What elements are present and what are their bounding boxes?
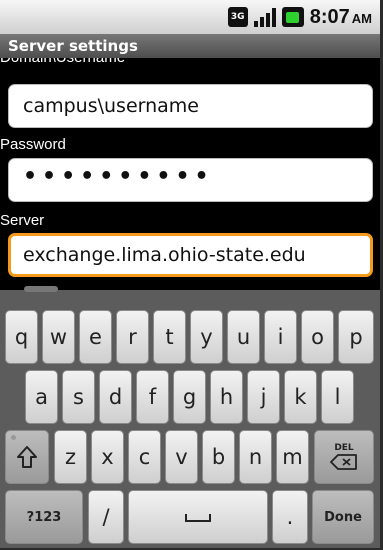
key-f[interactable]: f (136, 370, 169, 424)
key-b[interactable]: b (202, 430, 235, 484)
shift-icon (17, 446, 37, 468)
key-l[interactable]: l (321, 370, 354, 424)
clock-ampm: AM (351, 10, 372, 26)
server-field[interactable]: exchange.lima.ohio-state.edu (8, 233, 373, 277)
delete-key[interactable]: DEL (314, 430, 374, 484)
key-r[interactable]: r (116, 310, 149, 364)
3g-icon: 3G (227, 7, 248, 27)
server-label: Server (0, 212, 45, 229)
key-period[interactable]: . (272, 490, 308, 544)
symbols-key[interactable]: ?123 (5, 490, 83, 544)
key-v[interactable]: v (165, 430, 198, 484)
key-x[interactable]: x (91, 430, 124, 484)
key-i[interactable]: i (264, 310, 297, 364)
key-y[interactable]: y (190, 310, 223, 364)
settings-form: Domain\Username campus\username Password… (0, 58, 380, 290)
shift-key[interactable] (5, 430, 49, 484)
password-label: Password (0, 136, 66, 153)
clock-time: 8:07 (309, 5, 350, 28)
battery-icon (281, 7, 304, 27)
domain-username-label: Domain\Username (0, 58, 125, 66)
key-o[interactable]: o (301, 310, 334, 364)
done-button[interactable]: Done (312, 490, 374, 544)
keyboard-handle (24, 286, 58, 292)
key-k[interactable]: k (284, 370, 317, 424)
key-t[interactable]: t (153, 310, 186, 364)
password-field[interactable]: •••••••••• (8, 158, 373, 202)
title-bar: Server settings (0, 34, 380, 58)
password-value: •••••••••• (23, 164, 214, 189)
key-e[interactable]: e (79, 310, 112, 364)
status-bar: 3G 8:07 AM (0, 0, 380, 34)
space-key[interactable] (128, 490, 268, 544)
key-q[interactable]: q (5, 310, 38, 364)
page-title: Server settings (8, 37, 138, 55)
domain-username-field[interactable]: campus\username (8, 84, 373, 128)
server-value: exchange.lima.ohio-state.edu (23, 244, 306, 266)
shift-lock-indicator (11, 435, 16, 440)
key-a[interactable]: a (25, 370, 58, 424)
key-z[interactable]: z (54, 430, 87, 484)
key-h[interactable]: h (210, 370, 243, 424)
key-p[interactable]: p (338, 310, 374, 364)
key-u[interactable]: u (227, 310, 260, 364)
key-g[interactable]: g (173, 370, 206, 424)
space-icon (185, 514, 211, 522)
key-w[interactable]: w (42, 310, 75, 364)
key-n[interactable]: n (239, 430, 272, 484)
key-m[interactable]: m (276, 430, 309, 484)
signal-icon (253, 7, 276, 27)
soft-keyboard: q w e r t y u i o p a s d f g h j k l z … (0, 286, 380, 548)
phone-screen: 3G 8:07AM Server settings Domain\Usernam… (0, 0, 383, 550)
backspace-icon (330, 454, 357, 470)
key-s[interactable]: s (62, 370, 95, 424)
key-d[interactable]: d (99, 370, 132, 424)
key-j[interactable]: j (247, 370, 280, 424)
key-c[interactable]: c (128, 430, 161, 484)
domain-username-value: campus\username (23, 95, 199, 117)
delete-key-label: DEL (334, 443, 354, 453)
key-slash[interactable]: / (88, 490, 124, 544)
